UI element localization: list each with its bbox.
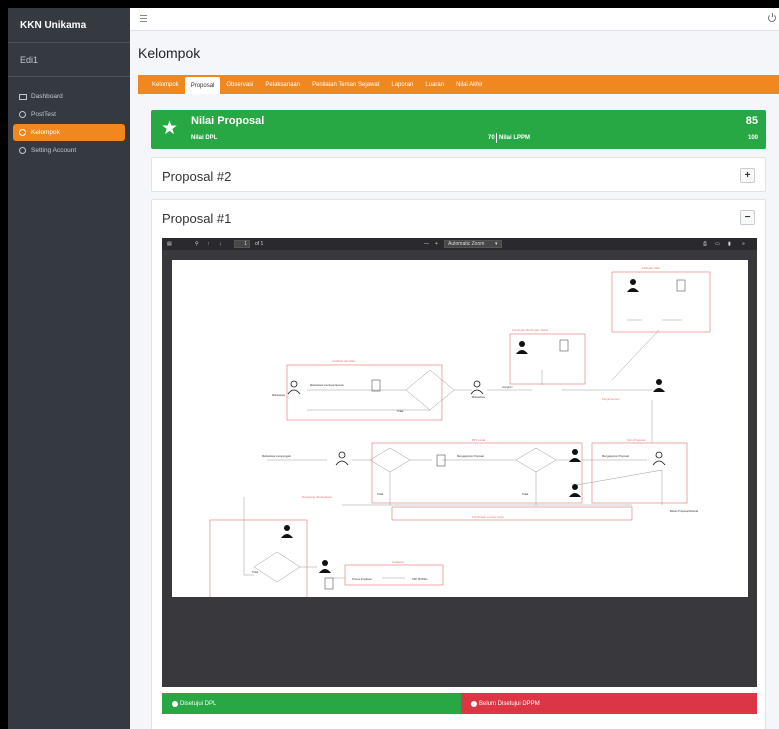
sidebar: KKN Unikama Edi1 Dashboard PostTest Kelo… [8,8,130,729]
svg-text:Mengapprove Proposal: Mengapprove Proposal [457,454,484,458]
svg-text:Proses Finalisasi: Proses Finalisasi [352,577,372,581]
page-count: of 1 [255,241,264,247]
approved-dpl-button[interactable]: Disetujui DPL [162,693,461,714]
card-title: Proposal #1 [162,211,232,226]
collapse-button[interactable]: − [740,210,755,225]
hamburger-icon[interactable] [140,15,147,24]
brand-logo[interactable]: KKN Unikama [8,8,130,43]
tab-kelompok[interactable]: Kelompok [146,75,185,94]
svg-text:Tidak: Tidak [522,492,529,496]
page-title: Kelompok [138,45,201,61]
top-navbar [130,8,779,31]
divider [496,133,497,143]
svg-text:Finalisasi: Finalisasi [392,560,404,564]
svg-text:Tidak: Tidak [377,492,384,496]
tab-observasi[interactable]: Observasi [220,75,259,94]
sidebar-item-label: PostTest [31,111,56,118]
score-lppm-value: 100 [747,135,758,141]
bookmark-icon[interactable]: ▮ [728,241,731,247]
svg-text:Mengapprove Proposal: Mengapprove Proposal [602,454,629,458]
approval-buttons: Disetujui DPL Belum Disetujui DPPM [162,693,757,714]
svg-text:Verifikasi dan Nilai: Verifikasi dan Nilai [332,359,355,363]
pdf-page: Pelibatan Wali Pemberian Bimbingan Tekni… [172,260,748,606]
app-frame: KKN Unikama Edi1 Dashboard PostTest Kelo… [8,8,779,729]
svg-text:Mahasiswa: Mahasiswa [472,395,486,399]
sidebar-item-kelompok[interactable]: Kelompok [13,124,125,141]
approve-label: Disetujui DPL [180,700,217,707]
svg-text:Pemberian Bimbingan Teknis: Pemberian Bimbingan Teknis [512,328,549,332]
svg-text:Pembinaan Lembar Kerja: Pembinaan Lembar Kerja [472,515,504,519]
main-content: Kelompok Kelompok Proposal Observasi Pel… [130,31,779,729]
dashboard-icon [18,92,27,101]
page-number-input[interactable]: 1 [234,240,250,248]
sidebar-nav: Dashboard PostTest Kelompok Setting Acco… [8,77,130,159]
not-approved-dppm-button[interactable]: Belum Disetujui DPPM [461,693,757,714]
score-total: 85 [745,115,758,127]
svg-text:BPL Layak: BPL Layak [472,438,486,442]
sidebar-toggle-icon[interactable]: ▤ [167,241,172,247]
tab-luaran[interactable]: Luaran [419,75,450,94]
score-dpl-label: Nilai DPL [191,135,218,141]
sidebar-item-posttest[interactable]: PostTest [13,106,125,123]
pdf-toolbar: ▤ ⚲ ↑ ↓ 1 of 1 — + Automatic Zoom ▾ ⎙ ▭ … [162,238,757,250]
zoom-out-icon[interactable]: — [424,241,429,247]
expand-button[interactable]: + [740,168,755,183]
chevron-down-icon: ▾ [495,241,498,247]
more-tools-icon[interactable]: » [742,241,745,247]
tab-penilaian-teman-sejawat[interactable]: Penilaian Teman Sejawat [306,75,385,94]
zoom-select[interactable]: Automatic Zoom [444,240,502,248]
circle-icon [18,110,27,119]
tab-nilai-akhir[interactable]: Nilai Akhir [450,75,489,94]
search-icon[interactable]: ⚲ [195,241,199,247]
circle-icon [18,128,27,137]
open-file-icon[interactable]: ▭ [715,241,720,247]
sidebar-item-setting-account[interactable]: Setting Account [13,142,125,159]
up-arrow-icon[interactable]: ↑ [207,241,210,247]
sidebar-item-label: Setting Account [31,147,77,154]
tab-pelaksanaan[interactable]: Pelaksanaan [259,75,306,94]
svg-text:Pelibatan Wali: Pelibatan Wali [642,266,660,270]
tab-proposal[interactable]: Proposal [184,77,221,94]
proposal-card-2: Proposal #2 + [151,157,766,192]
svg-text:Mahasiswa mengunggah: Mahasiswa mengunggah [262,454,291,458]
svg-text:Kirim Proposal: Kirim Proposal [627,438,646,442]
x-circle-icon [471,700,477,707]
svg-text:mengirim: mengirim [502,385,513,389]
score-lppm-label: Nilai LPPM [499,135,531,141]
svg-text:Tidak: Tidak [397,409,404,413]
reject-label: Belum Disetujui DPPM [479,700,540,707]
svg-text:Beban Proposal Ditanda: Beban Proposal Ditanda [670,509,699,513]
svg-text:Mahasiswa: Mahasiswa [272,393,286,397]
svg-text:Tidak: Tidak [252,570,259,574]
power-icon[interactable] [768,13,776,22]
user-panel[interactable]: Edi1 [8,43,130,77]
score-box: ★ Nilai Proposal Nilai DPL 70 Nilai LPPM… [151,110,766,149]
svg-text:SKK MUDAH: SKK MUDAH [412,577,428,581]
tab-laporan[interactable]: Laporan [385,75,419,94]
pdf-viewer: ▤ ⚲ ↑ ↓ 1 of 1 — + Automatic Zoom ▾ ⎙ ▭ … [162,238,757,687]
svg-text:Pengumuman: Pengumuman [602,397,620,401]
down-arrow-icon[interactable]: ↓ [219,241,222,247]
sidebar-item-label: Dashboard [31,93,63,100]
score-title: Nilai Proposal [191,115,265,127]
star-icon: ★ [161,118,179,139]
svg-text:Monitoring dan Evaluasi: Monitoring dan Evaluasi [302,495,332,499]
circle-icon [18,146,27,155]
check-circle-icon [172,700,178,707]
tab-bar: Kelompok Proposal Observasi Pelaksanaan … [138,75,779,94]
svg-text:Mahasiswa membuat laporan: Mahasiswa membuat laporan [310,383,344,387]
print-icon[interactable]: ⎙ [703,241,707,247]
sidebar-item-label: Kelompok [31,129,60,136]
score-dpl-value: 70 [488,135,495,141]
card-title: Proposal #2 [162,169,232,184]
zoom-in-icon[interactable]: + [435,241,438,247]
proposal-card-1: Proposal #1 − ▤ ⚲ ↑ ↓ 1 of 1 — + Automat… [151,199,766,729]
flow-diagram: Pelibatan Wali Pemberian Bimbingan Tekni… [209,266,711,606]
sidebar-item-dashboard[interactable]: Dashboard [13,88,125,105]
